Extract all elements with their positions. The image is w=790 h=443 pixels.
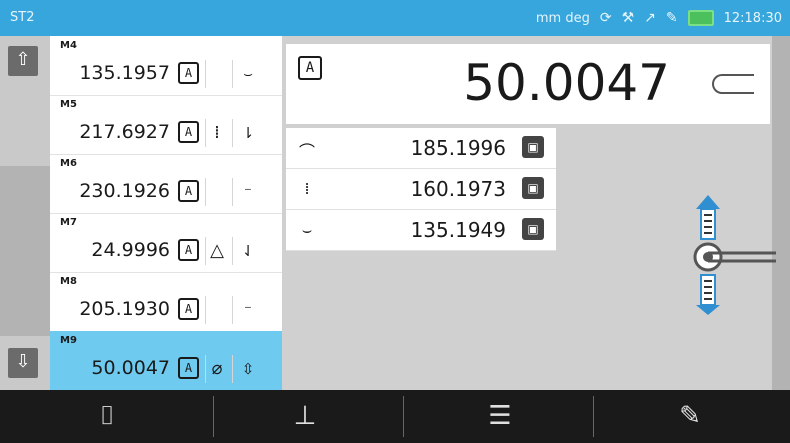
toolbar-divider [593, 396, 594, 437]
point-row[interactable]: ⌣ 135.1949 ▣ [286, 210, 556, 251]
scroll-up-button[interactable]: ⇧ [8, 46, 38, 76]
feature-value: 50.0047 [91, 357, 170, 379]
feature-symbol [205, 60, 228, 88]
feature-value: 205.1930 [79, 298, 170, 320]
feature-label: M5 [60, 99, 77, 110]
measurement-screen: ST2 mm deg ⟳ ⚒ ↗ ✎ 12:18:30 ⇧ ⇩ M4 135.1… [0, 0, 790, 443]
direction-icon: ⇳ [232, 355, 263, 383]
probe-direction-icon [693, 195, 776, 315]
probe-tip-icon [712, 74, 754, 94]
auto-badge: A [178, 180, 199, 202]
list-item[interactable]: M8 205.1930 A ⁻ [50, 272, 282, 332]
screen-title: ST2 [10, 10, 35, 25]
units-label: mm deg [535, 10, 590, 26]
bracket-icon: ⌷ [99, 401, 115, 431]
feature-label: M4 [60, 40, 77, 51]
direction-icon: ⌣ [232, 60, 263, 88]
list-item[interactable]: M7 24.9996 A △ ⇃ [50, 213, 282, 273]
auto-badge: A [178, 298, 199, 320]
direction-icon: ⌒ [298, 142, 315, 161]
result-display: A 50.0047 [286, 44, 770, 124]
direction-icon: ⇃ [232, 237, 263, 265]
auto-badge: A [298, 56, 322, 80]
direction-icon: ⌣ [301, 220, 313, 239]
point-value: 185.1996 [410, 136, 506, 160]
direction-icon: ⁞ [304, 179, 310, 198]
direction-icon: ⁻ [232, 178, 263, 206]
direction-icon: ⇂ [232, 119, 263, 147]
toolbar-button-list-edit[interactable]: ✎ [595, 390, 785, 443]
feature-list: M4 135.1957 A ⌣ M5 217.6927 A ⁞ ⇂ M6 230… [50, 36, 282, 391]
save-icon[interactable]: ▣ [522, 177, 544, 199]
feature-value: 230.1926 [79, 180, 170, 202]
list-scroll-column: ⇧ ⇩ [0, 36, 50, 390]
list-edit-icon: ✎ [679, 401, 701, 431]
auto-badge: A [178, 357, 199, 379]
scroll-down-button[interactable]: ⇩ [8, 348, 38, 378]
feature-value: 217.6927 [79, 121, 170, 143]
probe-status-icon: ⚒ [621, 10, 635, 26]
status-bar: ST2 mm deg ⟳ ⚒ ↗ ✎ 12:18:30 [0, 0, 790, 36]
feature-label: M7 [60, 217, 77, 228]
auto-badge: A [178, 62, 199, 84]
feature-value: 24.9996 [91, 239, 170, 261]
sync-icon: ⟳ [599, 10, 612, 26]
feature-value: 135.1957 [79, 62, 170, 84]
scrollbar-thumb[interactable] [0, 166, 50, 336]
auto-badge: A [178, 239, 199, 261]
point-value: 135.1949 [410, 218, 506, 242]
list-item-selected[interactable]: M9 50.0047 A ⌀ ⇳ [50, 331, 282, 391]
feature-symbol: ⁞ [205, 119, 228, 147]
save-icon[interactable]: ▣ [522, 218, 544, 240]
feature-label: M6 [60, 158, 77, 169]
toolbar-divider [403, 396, 404, 437]
point-row[interactable]: ⁞ 160.1973 ▣ [286, 169, 556, 210]
status-indicators: mm deg ⟳ ⚒ ↗ ✎ 12:18:30 [536, 10, 782, 26]
auto-badge: A [178, 121, 199, 143]
point-value: 160.1973 [410, 177, 506, 201]
toolbar-button-bracket[interactable]: ⌷ [12, 390, 202, 443]
save-icon[interactable]: ▣ [522, 136, 544, 158]
pen-icon: ✎ [665, 10, 678, 26]
bottom-toolbar: ⌷ ⊥ ☰ ✎ [0, 390, 790, 443]
feature-symbol: ⌀ [205, 355, 228, 383]
feature-symbol [205, 296, 228, 324]
list-item[interactable]: M6 230.1926 A ⁻ [50, 154, 282, 214]
toolbar-button-probe[interactable]: ⊥ [210, 390, 400, 443]
list-delete-icon: ☰ [488, 401, 512, 431]
list-item[interactable]: M5 217.6927 A ⁞ ⇂ [50, 95, 282, 155]
direction-icon: ⁻ [232, 296, 263, 324]
feature-symbol [205, 178, 228, 206]
battery-icon [687, 10, 714, 26]
list-item[interactable]: M4 135.1957 A ⌣ [50, 36, 282, 96]
result-value: 50.0047 [463, 54, 670, 112]
clock: 12:18:30 [723, 10, 782, 26]
signal-icon: ↗ [644, 10, 656, 26]
probe-point-icon: ⊥ [293, 401, 317, 431]
feature-label: M8 [60, 276, 77, 287]
feature-symbol: △ [205, 237, 228, 265]
point-row[interactable]: ⌒ 185.1996 ▣ [286, 128, 556, 169]
feature-label: M9 [60, 335, 77, 346]
toolbar-button-list-delete[interactable]: ☰ [405, 390, 595, 443]
